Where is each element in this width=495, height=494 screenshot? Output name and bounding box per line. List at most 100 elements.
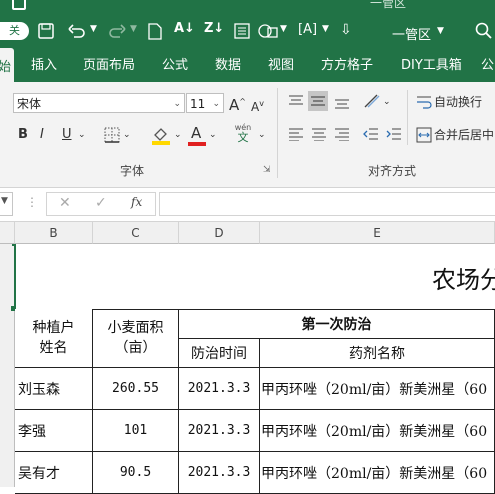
formula-input[interactable] <box>159 192 495 216</box>
column-header-c[interactable]: C <box>93 222 179 244</box>
header-first-control[interactable]: 第一次防治 <box>179 309 495 339</box>
cancel-icon[interactable]: ✕ <box>59 195 71 211</box>
column-header-e[interactable]: E <box>260 222 495 244</box>
table-row-agent[interactable]: 甲丙环唑（20ml/亩）新美洲星（60 <box>260 410 495 452</box>
font-dialog-launcher-icon[interactable]: ⇲ <box>263 165 271 175</box>
header-grower[interactable]: 种植户 姓名 <box>15 309 93 368</box>
table-row-date[interactable]: 2021.3.3 <box>179 368 260 410</box>
title-row: 农场分 <box>16 244 495 310</box>
bold-button[interactable]: B <box>18 126 28 144</box>
grow-font-button[interactable]: A^ <box>229 93 246 114</box>
tab-diy-toolbox[interactable]: DIY工具箱 <box>401 54 462 73</box>
tab-fangfang[interactable]: 方方格子 <box>321 54 373 73</box>
table-row-area[interactable]: 90.5 <box>93 452 179 494</box>
align-right-icon[interactable] <box>334 127 350 141</box>
align-middle-button[interactable] <box>308 91 328 111</box>
font-color-letter: A <box>191 124 202 142</box>
redo-dropdown-icon[interactable]: ▼ <box>130 24 137 34</box>
tab-view[interactable]: 视图 <box>268 54 294 73</box>
decrease-indent-icon[interactable] <box>363 127 379 141</box>
table-row-area[interactable]: 260.55 <box>93 368 179 410</box>
grow-font-label: A <box>229 96 240 114</box>
shrink-font-button[interactable]: Av <box>251 95 264 116</box>
undo-icon[interactable] <box>68 23 86 39</box>
border-dropdown-icon[interactable]: ⌄ <box>123 126 131 144</box>
column-header-d[interactable]: D <box>179 222 260 244</box>
underline-button[interactable]: U <box>62 126 72 144</box>
sort-asc-icon[interactable]: A↓ <box>174 21 195 36</box>
tab-data[interactable]: 数据 <box>215 54 241 73</box>
font-size-combo[interactable]: 11 ⌄ <box>186 93 224 113</box>
redo-icon[interactable] <box>108 23 126 39</box>
sort-desc-icon[interactable]: Z↓ <box>204 21 224 36</box>
textbox-dropdown-icon[interactable]: ▼ <box>322 24 329 34</box>
table-row-area[interactable]: 101 <box>93 410 179 452</box>
formula-buttons: ✕ ✓ fx <box>46 192 156 216</box>
italic-button[interactable]: I <box>40 126 44 144</box>
align-left-icon[interactable] <box>288 127 304 141</box>
search-icon[interactable] <box>475 22 493 40</box>
phonetic-dropdown-icon[interactable]: ⌄ <box>258 126 266 144</box>
name-box-dropdown-icon[interactable]: ▼ <box>1 196 8 206</box>
insert-function-icon[interactable]: fx <box>131 195 142 209</box>
shape-icon[interactable] <box>258 23 278 39</box>
increase-indent-icon[interactable] <box>386 127 402 141</box>
save-icon-partial <box>12 0 26 10</box>
title-bar: 一管区 关 ▼ ▼ A↓ Z↓ ▼ [A] ▼ ⇩ 一管区 ▼ <box>0 0 495 44</box>
table-row-agent[interactable]: 甲丙环唑（20ml/亩）新美洲星（60 <box>260 452 495 494</box>
shrink-font-label: A <box>251 100 260 114</box>
table-row-name[interactable]: 李强 <box>15 410 93 452</box>
border-icon[interactable] <box>104 127 120 143</box>
title-dropdown-icon[interactable]: ▼ <box>437 26 444 36</box>
shape-dropdown-icon[interactable]: ▼ <box>280 24 287 34</box>
align-center-icon[interactable] <box>311 127 327 141</box>
chevron-down-icon[interactable]: ⌄ <box>173 94 181 114</box>
header-agent-name[interactable]: 药剂名称 <box>260 339 495 368</box>
align-bottom-icon[interactable] <box>334 96 350 110</box>
wrap-text-button[interactable]: 自动换行 <box>434 93 482 111</box>
table-row-name[interactable]: 刘玉森 <box>15 368 93 410</box>
fill-color-icon[interactable] <box>151 126 171 145</box>
enter-icon[interactable]: ✓ <box>95 195 107 211</box>
name-box[interactable]: ▼ <box>0 192 13 216</box>
fill-color-dropdown-icon[interactable]: ⌄ <box>174 126 182 144</box>
font-color-dropdown-icon[interactable]: ⌄ <box>209 126 217 144</box>
form-icon[interactable] <box>234 23 250 39</box>
font-name-value: 宋体 <box>17 97 42 111</box>
tab-formulas[interactable]: 公式 <box>162 54 188 73</box>
alignment-group-label: 对齐方式 <box>368 164 417 178</box>
textbox-icon[interactable]: [A] <box>298 22 317 37</box>
tab-insert[interactable]: 插入 <box>31 54 57 73</box>
font-color-swatch <box>188 142 206 146</box>
tab-page-layout[interactable]: 页面布局 <box>83 54 135 73</box>
header-wheat-area[interactable]: 小麦面积 （亩） <box>93 309 179 368</box>
merge-center-button[interactable]: 合并后居中 <box>434 126 494 144</box>
font-size-value: 11 <box>190 97 206 111</box>
phonetic-icon[interactable]: wén 文 <box>233 123 253 145</box>
group-divider <box>277 88 278 178</box>
table-row-name[interactable]: 吴有才 <box>15 452 93 494</box>
save-icon[interactable] <box>38 23 54 39</box>
autosave-label: 关 <box>9 24 20 37</box>
select-all-corner[interactable] <box>0 222 15 244</box>
merge-center-icon[interactable] <box>416 127 432 143</box>
autosave-toggle[interactable]: 关 <box>0 22 29 40</box>
new-file-icon[interactable] <box>148 23 162 40</box>
tab-home-active[interactable]: 始 <box>0 48 14 82</box>
header-control-time[interactable]: 防治时间 <box>179 339 260 368</box>
table-row-date[interactable]: 2021.3.3 <box>179 452 260 494</box>
chevron-down-icon[interactable]: ⌄ <box>212 94 220 114</box>
underline-dropdown-icon[interactable]: ⌄ <box>78 126 86 144</box>
wrap-text-icon[interactable] <box>416 94 432 110</box>
orientation-dropdown-icon[interactable]: ⌄ <box>383 93 391 111</box>
customize-qat-icon[interactable]: ⇩ <box>340 22 352 38</box>
align-top-icon[interactable] <box>288 94 304 108</box>
tab-more[interactable]: 公 <box>481 54 494 73</box>
table-row-agent[interactable]: 甲丙环唑（20ml/亩）新美洲星（60 <box>260 368 495 410</box>
orientation-icon[interactable] <box>363 93 381 109</box>
table-row-date[interactable]: 2021.3.3 <box>179 410 260 452</box>
font-name-combo[interactable]: 宋体 ⌄ <box>13 93 185 113</box>
undo-dropdown-icon[interactable]: ▼ <box>90 24 97 34</box>
column-header-b[interactable]: B <box>15 222 93 244</box>
font-color-button[interactable]: A <box>188 124 206 146</box>
